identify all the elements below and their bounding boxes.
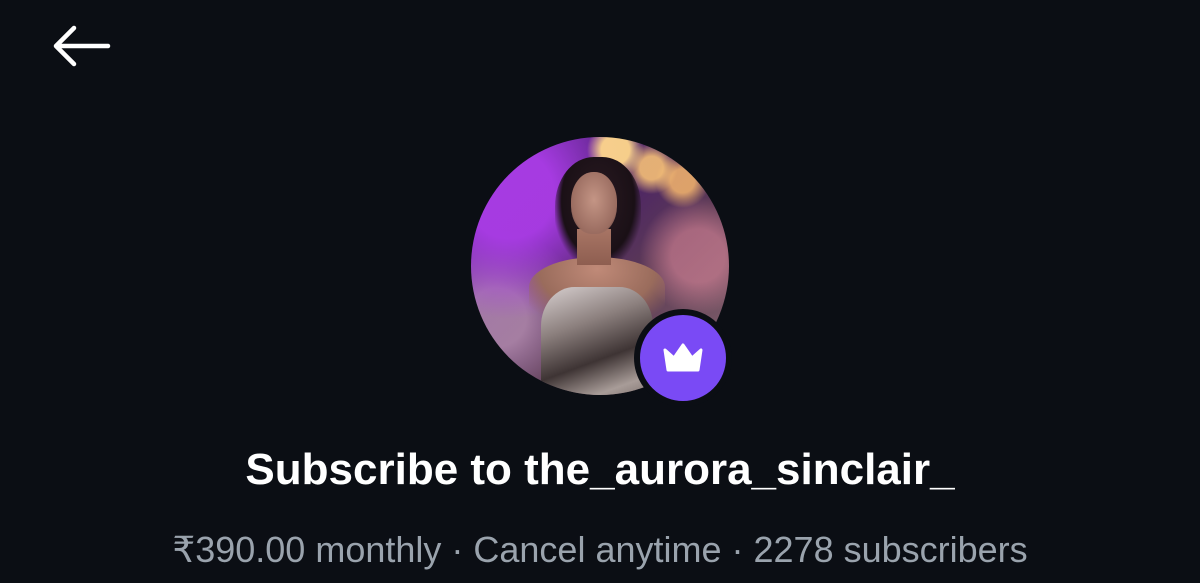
crown-icon — [663, 343, 703, 372]
separator: · — [731, 529, 744, 570]
separator: · — [451, 529, 464, 570]
arrow-left-icon — [53, 25, 111, 67]
subscription-details: ₹390.00 monthly · Cancel anytime · 2278 subs… — [0, 525, 1200, 575]
page-title: Subscribe to the_aurora_sinclair_ — [245, 445, 955, 494]
price-text: ₹390.00 monthly — [172, 529, 442, 570]
cancel-text: Cancel anytime — [473, 529, 722, 570]
subscriber-count: 2278 subscribers — [753, 529, 1028, 570]
avatar-container — [471, 137, 732, 407]
subscriber-badge — [634, 309, 732, 407]
back-button[interactable] — [40, 16, 120, 76]
